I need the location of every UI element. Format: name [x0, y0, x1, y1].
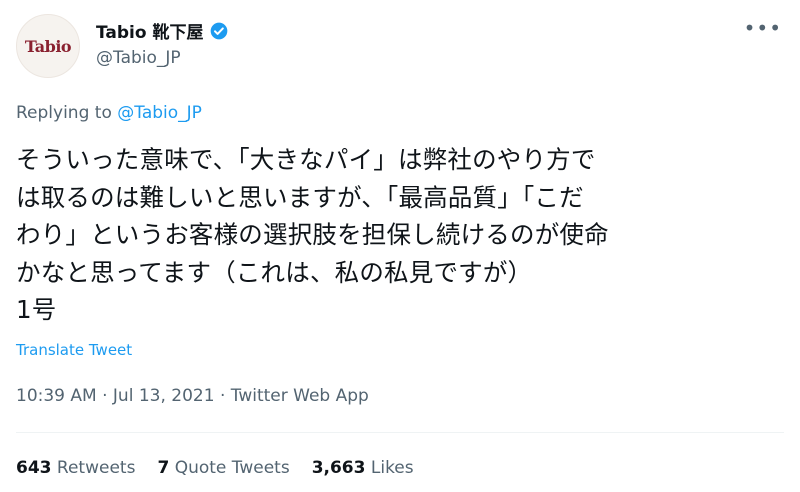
more-icon[interactable]: •••: [744, 18, 782, 38]
quote-tweets-count: 7: [157, 458, 170, 478]
retweets-stat[interactable]: 643 Retweets: [16, 458, 135, 478]
meta-separator: ·: [96, 386, 113, 406]
author-handle[interactable]: @Tabio_JP: [96, 48, 181, 68]
retweets-label: Retweets: [56, 458, 136, 478]
quote-tweets-label: Quote Tweets: [174, 458, 290, 478]
replying-to: Replying to @Tabio_JP: [16, 103, 202, 123]
avatar[interactable]: Tabio: [16, 14, 80, 78]
retweets-count: 643: [16, 458, 52, 478]
engagement-stats: 643 Retweets 7 Quote Tweets 3,663 Likes: [16, 458, 414, 478]
avatar-logo-text: Tabio: [24, 36, 72, 56]
translate-tweet-link[interactable]: Translate Tweet: [16, 341, 132, 359]
meta-separator: ·: [214, 386, 231, 406]
tweet-text: そういった意味で、「大きなパイ」は弊社のやり方で は取るのは難しいと思いますが、…: [16, 145, 609, 324]
display-name[interactable]: Tabio 靴下屋: [96, 18, 203, 43]
quote-tweets-stat[interactable]: 7 Quote Tweets: [157, 458, 289, 478]
tweet-meta: 10:39 AM · Jul 13, 2021 · Twitter Web Ap…: [16, 386, 369, 406]
divider: [16, 432, 784, 433]
likes-stat[interactable]: 3,663 Likes: [312, 458, 414, 478]
replying-prefix: Replying to: [16, 103, 118, 123]
reply-mention-link[interactable]: @Tabio_JP: [117, 103, 202, 123]
author-name-row[interactable]: Tabio 靴下屋: [96, 18, 229, 43]
tweet-source[interactable]: Twitter Web App: [231, 386, 369, 406]
likes-label: Likes: [370, 458, 414, 478]
verified-badge-icon: [211, 22, 228, 39]
tweet-time[interactable]: 10:39 AM: [16, 386, 97, 406]
tweet-date[interactable]: Jul 13, 2021: [113, 386, 215, 406]
likes-count: 3,663: [311, 458, 366, 478]
